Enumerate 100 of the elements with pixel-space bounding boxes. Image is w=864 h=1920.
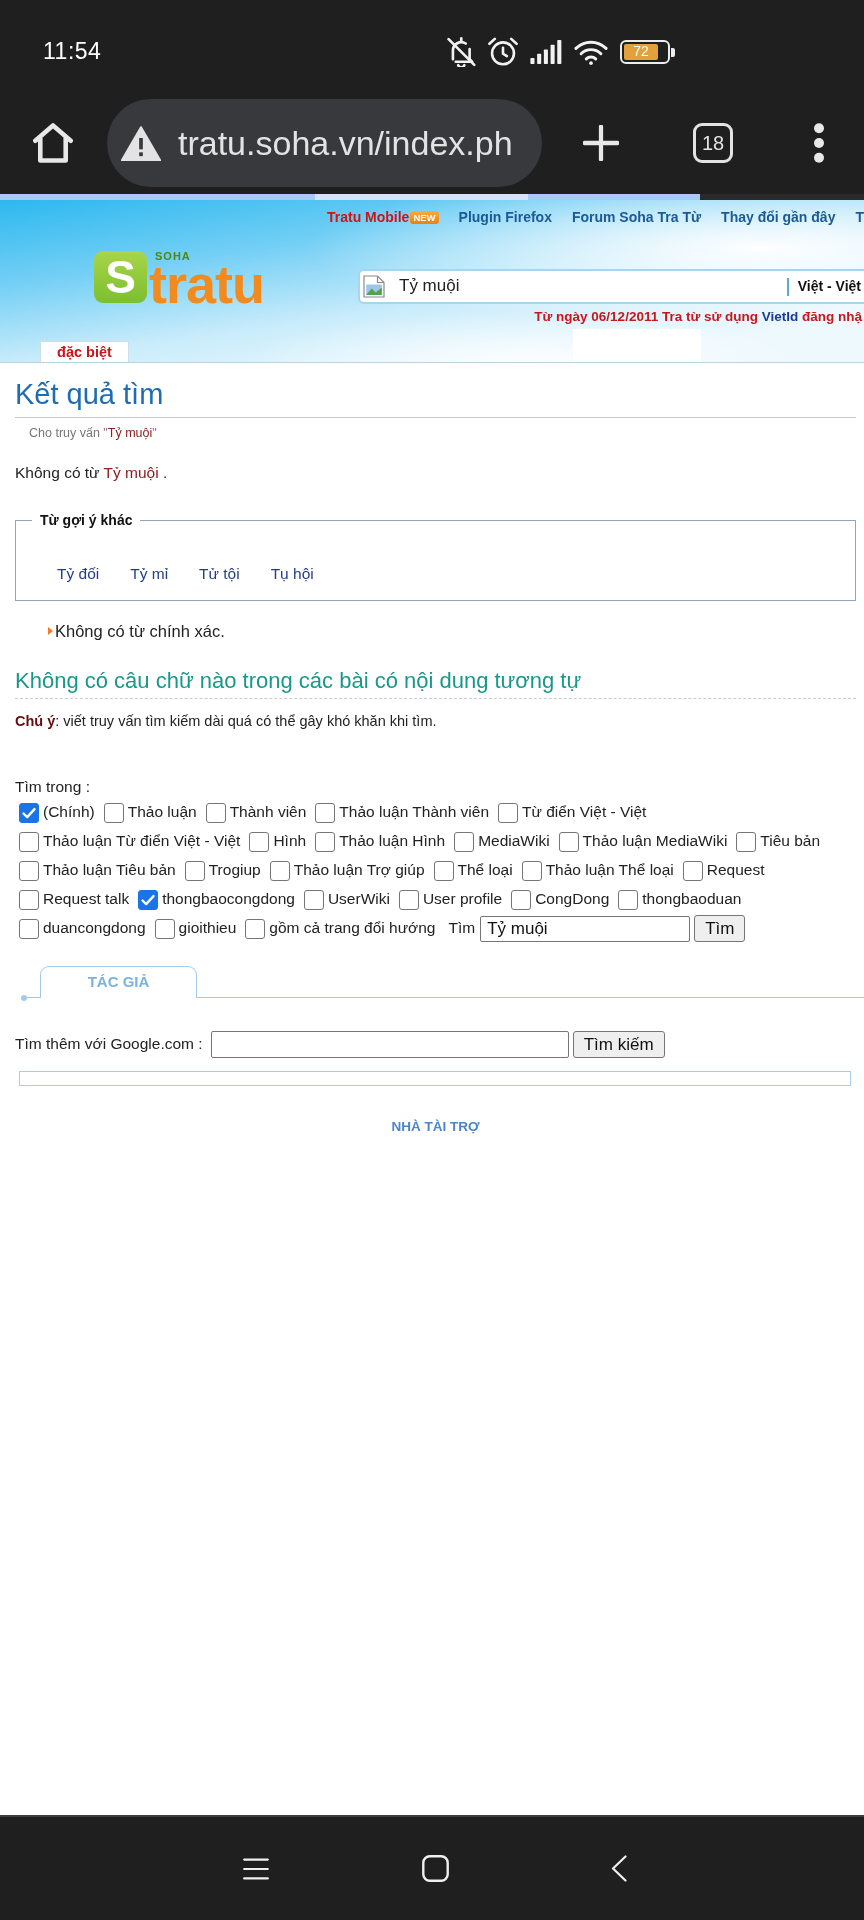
checkbox-label[interactable]: Thảo luận Hình bbox=[339, 831, 446, 852]
no-match-text: Không có từ Tỷ muội . bbox=[15, 463, 169, 483]
checkbox-label[interactable]: duancongdong bbox=[43, 918, 146, 939]
checkbox[interactable] bbox=[249, 831, 270, 852]
suggestion-link[interactable]: Tụ hội bbox=[270, 564, 314, 584]
checkbox[interactable] bbox=[454, 831, 475, 852]
search-scope-label: Tìm trong : bbox=[15, 777, 91, 797]
checkbox[interactable] bbox=[154, 918, 175, 939]
suggestion-link[interactable]: Tử tội bbox=[199, 564, 240, 584]
triangle-icon bbox=[48, 627, 53, 635]
checkbox[interactable] bbox=[19, 918, 39, 939]
alarm-clock-icon bbox=[488, 37, 518, 67]
checkbox-label[interactable]: gồm cả trang đổi hướng bbox=[269, 918, 436, 939]
checkbox[interactable] bbox=[103, 802, 124, 823]
exact-match-note: Không có từ chính xác. bbox=[55, 621, 225, 641]
term-link[interactable]: Tỷ muội bbox=[103, 464, 159, 481]
fulltext-heading: Không có câu chữ nào trong các bài có nội dung tương tự bbox=[15, 668, 856, 699]
signal-icon bbox=[530, 40, 562, 64]
checkbox[interactable] bbox=[498, 802, 518, 823]
top-nav-link[interactable]: Plugin Firefox bbox=[458, 207, 552, 227]
checkbox-label[interactable]: Thảo luận Trợ giúp bbox=[293, 860, 425, 881]
broken-image-icon bbox=[363, 275, 385, 298]
back-icon[interactable] bbox=[611, 1855, 627, 1882]
checkbox-label[interactable]: thongbaocongdong bbox=[162, 889, 295, 910]
query-input[interactable]: Tỷ muội bbox=[480, 915, 691, 942]
checkbox[interactable] bbox=[521, 860, 542, 881]
logo-wordmark: tratu bbox=[149, 262, 264, 307]
plus-icon[interactable] bbox=[583, 125, 619, 161]
checkbox-label[interactable]: Request bbox=[706, 860, 765, 881]
top-nav-link[interactable]: T bbox=[855, 207, 864, 227]
checkbox-label[interactable]: Thảo luận bbox=[127, 802, 197, 823]
search-button[interactable]: Tìm bbox=[694, 915, 746, 942]
page-tab[interactable]: đặc biệt bbox=[40, 341, 129, 362]
checkbox[interactable] bbox=[618, 889, 639, 910]
checkbox[interactable] bbox=[736, 831, 757, 852]
checkbox-label[interactable]: Thảo luận Từ điển Việt - Việt bbox=[43, 831, 241, 852]
checkbox[interactable] bbox=[19, 831, 39, 852]
checkbox-label[interactable]: Hình bbox=[273, 831, 307, 852]
query-caption: Cho truy vấn "Tỷ muội" bbox=[28, 425, 158, 441]
checkbox-label[interactable]: Thảo luận Thành viên bbox=[339, 802, 489, 823]
checkbox[interactable] bbox=[315, 831, 336, 852]
login-notice: Từ ngày 06/12/2011 Tra từ sử dụng VietId đăng nhậ bbox=[533, 308, 863, 326]
checkbox[interactable] bbox=[315, 802, 336, 823]
checkbox-label[interactable]: thongbaoduan bbox=[642, 889, 742, 910]
logo-initial: S bbox=[94, 251, 147, 303]
top-nav-link[interactable]: Forum Soha Tra Từ bbox=[571, 207, 702, 227]
suggestions-legend: Từ gợi ý khác bbox=[32, 511, 141, 529]
checkbox-label[interactable]: CongDong bbox=[535, 889, 610, 910]
top-nav-link[interactable]: Thay đổi gần đây bbox=[721, 207, 836, 227]
menu-icon[interactable] bbox=[243, 1857, 269, 1880]
checkbox-label[interactable]: Thảo luận MediaWiki bbox=[582, 831, 728, 852]
checkbox[interactable] bbox=[433, 860, 454, 881]
google-search-input[interactable] bbox=[210, 1030, 569, 1058]
checkbox-label[interactable]: (Chính) bbox=[43, 802, 95, 823]
checkbox-label[interactable]: Trogiup bbox=[208, 860, 261, 881]
checkbox[interactable] bbox=[558, 831, 579, 852]
query-term-link[interactable]: Tỷ muội bbox=[107, 426, 153, 440]
checkbox-label[interactable]: gioithieu bbox=[178, 918, 237, 939]
checkbox[interactable] bbox=[303, 889, 324, 910]
checkbox[interactable] bbox=[19, 889, 39, 910]
results-heading: Kết quả tìm bbox=[15, 377, 856, 418]
home-icon[interactable] bbox=[33, 123, 73, 163]
checkbox-label[interactable]: Thể loại bbox=[457, 860, 513, 881]
google-search-label: Tìm thêm với Google.com : bbox=[15, 1033, 203, 1054]
checkbox-label[interactable]: Request talk bbox=[43, 889, 130, 910]
query-label: Tìm bbox=[448, 918, 476, 939]
suggestion-link[interactable]: Tỷ mỉ bbox=[130, 564, 169, 584]
checkbox[interactable] bbox=[19, 802, 39, 823]
checkbox-label[interactable]: Thành viên bbox=[229, 802, 307, 823]
checkbox-label[interactable]: Tiêu bản bbox=[760, 831, 821, 852]
address-bar[interactable]: tratu.soha.vn/index.ph bbox=[107, 99, 542, 187]
muted-bell-icon bbox=[447, 37, 476, 67]
rounded-square-icon[interactable] bbox=[422, 1855, 449, 1882]
wifi-icon bbox=[574, 39, 608, 65]
checkbox-label[interactable]: User profile bbox=[422, 889, 503, 910]
new-tag: NEW bbox=[410, 210, 439, 224]
dictionary-select[interactable]: Việt - Việt bbox=[797, 277, 864, 296]
vietid-link[interactable]: VietId bbox=[761, 309, 799, 324]
checkbox[interactable] bbox=[19, 860, 39, 881]
vertical-dots-icon[interactable] bbox=[812, 123, 826, 163]
suggestion-link[interactable]: Tỷ đối bbox=[57, 564, 100, 584]
warning-icon bbox=[121, 125, 161, 161]
google-search-button[interactable]: Tìm kiếm bbox=[572, 1030, 665, 1058]
checkbox[interactable] bbox=[245, 918, 266, 939]
checkbox-label[interactable]: MediaWiki bbox=[478, 831, 550, 852]
checkbox-label[interactable]: Thảo luận Tiêu bản bbox=[43, 860, 176, 881]
checkbox[interactable] bbox=[511, 889, 532, 910]
search-tip: Chú ý: viết truy vấn tìm kiếm dài quá có thể gây khó khăn khi tìm. bbox=[15, 712, 438, 730]
status-time: 11:54 bbox=[43, 37, 102, 67]
checkbox-label[interactable]: UserWiki bbox=[327, 889, 390, 910]
checkbox-label[interactable]: Thảo luận Thể loại bbox=[545, 860, 674, 881]
checkbox[interactable] bbox=[184, 860, 205, 881]
checkbox[interactable] bbox=[205, 802, 226, 823]
tab-switcher-button[interactable]: 18 bbox=[693, 123, 733, 163]
checkbox[interactable] bbox=[269, 860, 290, 881]
checkbox[interactable] bbox=[682, 860, 703, 881]
checkbox[interactable] bbox=[138, 889, 159, 910]
checkbox-label[interactable]: Từ điển Việt - Việt bbox=[522, 802, 647, 823]
checkbox[interactable] bbox=[398, 889, 419, 910]
search-field[interactable]: Tỷ muội Việt - Việt bbox=[358, 269, 864, 304]
